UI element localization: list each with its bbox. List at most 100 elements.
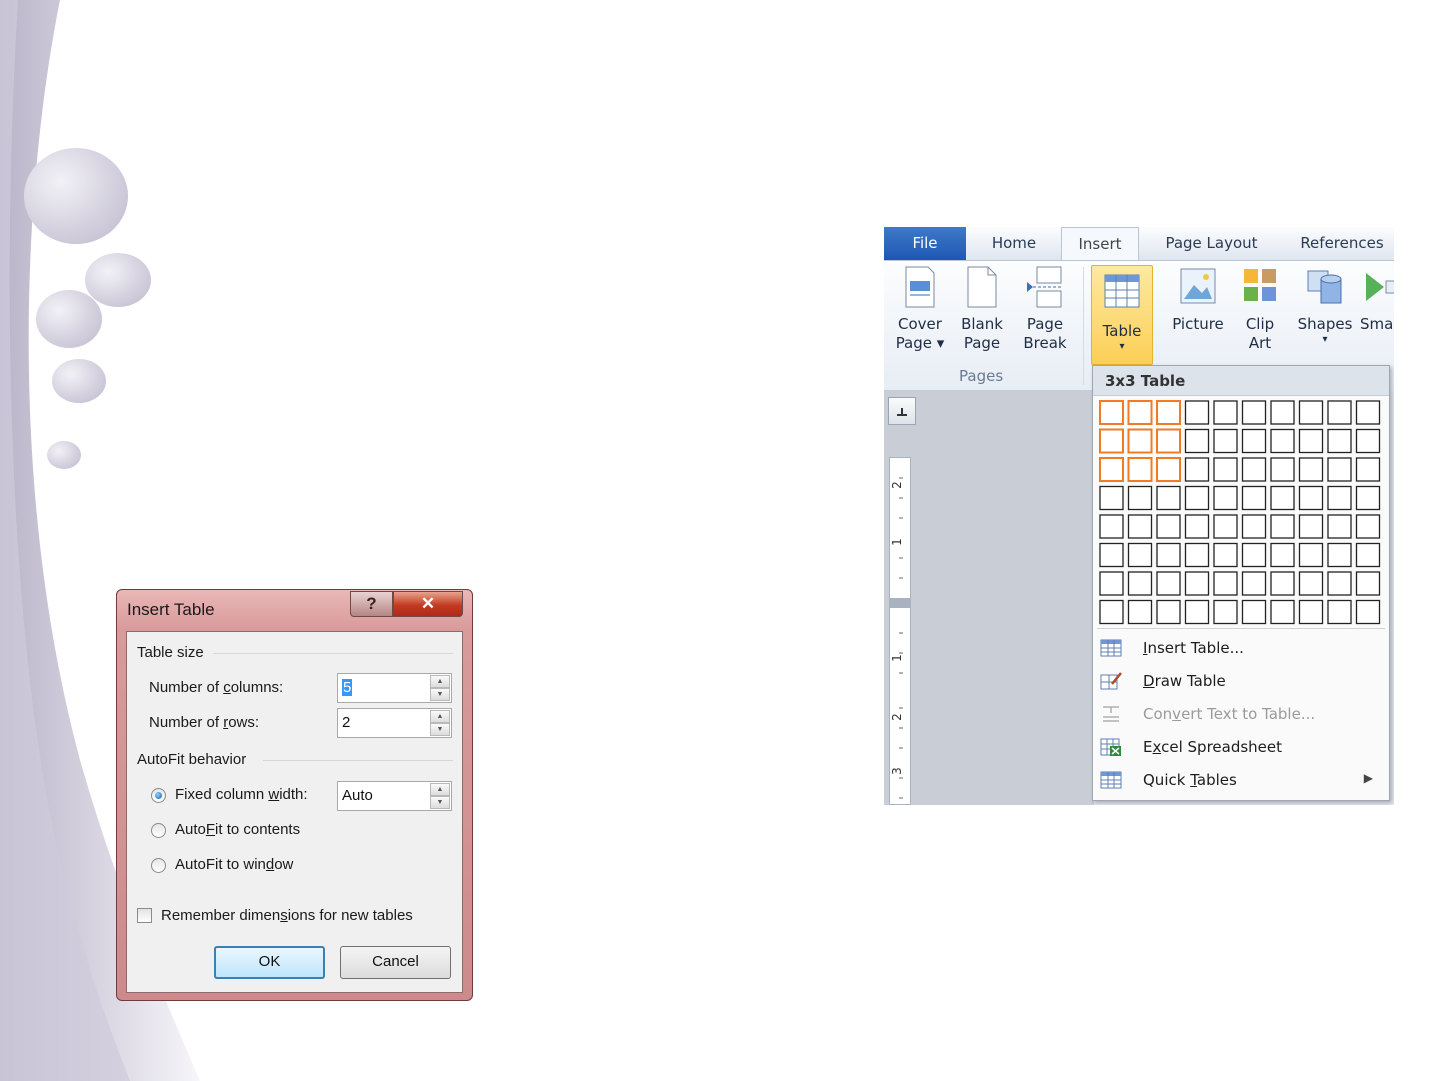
table-grid-cell[interactable] xyxy=(1270,400,1295,425)
table-button[interactable]: Table ▾ xyxy=(1091,265,1153,365)
table-grid-cell[interactable] xyxy=(1241,514,1267,539)
table-grid-cell[interactable] xyxy=(1298,542,1324,568)
table-grid-cell[interactable] xyxy=(1241,599,1267,625)
table-grid-cell[interactable] xyxy=(1099,457,1124,482)
table-grid-cell[interactable] xyxy=(1327,400,1352,425)
table-grid-cell[interactable] xyxy=(1127,428,1153,454)
table-grid-cell[interactable] xyxy=(1355,599,1381,625)
table-grid-cell[interactable] xyxy=(1213,457,1238,482)
table-grid-cell[interactable] xyxy=(1156,514,1181,539)
table-grid-cell[interactable] xyxy=(1241,428,1267,454)
fixed-width-spinner[interactable]: Auto ▲ ▼ xyxy=(337,781,452,811)
columns-value[interactable]: 5 xyxy=(342,679,353,696)
table-grid-cell[interactable] xyxy=(1270,599,1295,625)
tab-insert[interactable]: Insert xyxy=(1061,227,1139,261)
table-grid-cell[interactable] xyxy=(1127,514,1153,539)
table-grid-cell[interactable] xyxy=(1298,428,1324,454)
rows-value[interactable]: 2 xyxy=(342,714,350,731)
table-grid-cell[interactable] xyxy=(1099,571,1124,596)
table-grid-cell[interactable] xyxy=(1270,428,1295,454)
table-grid-cell[interactable] xyxy=(1184,428,1210,454)
remember-dimensions-checkbox[interactable] xyxy=(137,908,152,923)
table-grid-cell[interactable] xyxy=(1298,571,1324,596)
table-grid-cell[interactable] xyxy=(1298,400,1324,425)
smartart-button[interactable]: Sma xyxy=(1360,265,1394,334)
table-grid-cell[interactable] xyxy=(1355,457,1381,482)
ruler-tab-selector[interactable] xyxy=(888,397,916,425)
tab-references[interactable]: References xyxy=(1284,227,1394,260)
remember-dimensions-label[interactable]: Remember dimensions for new tables xyxy=(161,907,413,924)
tab-home[interactable]: Home xyxy=(972,227,1056,260)
table-grid-cell[interactable] xyxy=(1327,571,1352,596)
table-grid-cell[interactable] xyxy=(1099,428,1124,454)
table-grid-cell[interactable] xyxy=(1127,599,1153,625)
table-grid-cell[interactable] xyxy=(1156,571,1181,596)
table-grid-cell[interactable] xyxy=(1156,485,1181,511)
table-grid-cell[interactable] xyxy=(1156,542,1181,568)
table-grid-cell[interactable] xyxy=(1184,571,1210,596)
spinner-down-icon[interactable]: ▼ xyxy=(430,688,450,701)
picture-button[interactable]: Picture xyxy=(1166,265,1230,334)
blank-page-button[interactable]: Blank Page xyxy=(954,265,1010,353)
page-break-button[interactable]: Page Break xyxy=(1016,265,1074,353)
table-grid-cell[interactable] xyxy=(1127,542,1153,568)
ok-button[interactable]: OK xyxy=(214,946,325,979)
table-grid-cell[interactable] xyxy=(1213,542,1238,568)
table-grid-cell[interactable] xyxy=(1327,514,1352,539)
table-grid-cell[interactable] xyxy=(1099,514,1124,539)
table-grid-cell[interactable] xyxy=(1099,400,1124,425)
table-grid-cell[interactable] xyxy=(1213,428,1238,454)
spinner-up-icon[interactable]: ▲ xyxy=(430,675,450,688)
cancel-button[interactable]: Cancel xyxy=(340,946,451,979)
table-grid-cell[interactable] xyxy=(1213,514,1238,539)
spinner-down-icon[interactable]: ▼ xyxy=(430,723,450,736)
table-grid-cell[interactable] xyxy=(1156,599,1181,625)
table-grid-cell[interactable] xyxy=(1184,457,1210,482)
rows-spinner[interactable]: 2 ▲ ▼ xyxy=(337,708,452,738)
table-grid-cell[interactable] xyxy=(1099,485,1124,511)
spinner-down-icon[interactable]: ▼ xyxy=(430,796,450,809)
table-grid-cell[interactable] xyxy=(1327,542,1352,568)
table-grid-cell[interactable] xyxy=(1270,457,1295,482)
help-button[interactable]: ? xyxy=(350,591,393,617)
table-grid-cell[interactable] xyxy=(1270,514,1295,539)
table-grid-cell[interactable] xyxy=(1241,485,1267,511)
table-grid-picker[interactable] xyxy=(1093,366,1389,628)
table-grid-cell[interactable] xyxy=(1270,485,1295,511)
autofit-window-label[interactable]: AutoFit to window xyxy=(175,856,293,873)
table-grid-cell[interactable] xyxy=(1298,599,1324,625)
fixed-width-radio[interactable] xyxy=(151,788,166,803)
table-grid-cell[interactable] xyxy=(1213,485,1238,511)
table-grid-cell[interactable] xyxy=(1327,485,1352,511)
table-grid-cell[interactable] xyxy=(1270,571,1295,596)
table-grid-cell[interactable] xyxy=(1270,542,1295,568)
menu-item[interactable]: Draw Table xyxy=(1093,665,1389,698)
table-grid-cell[interactable] xyxy=(1156,400,1181,425)
fixed-width-value[interactable]: Auto xyxy=(342,787,373,804)
table-grid-cell[interactable] xyxy=(1298,514,1324,539)
table-grid-cell[interactable] xyxy=(1327,457,1352,482)
table-grid-cell[interactable] xyxy=(1355,542,1381,568)
table-grid-cell[interactable] xyxy=(1241,400,1267,425)
table-grid-cell[interactable] xyxy=(1355,400,1381,425)
table-grid-cell[interactable] xyxy=(1184,542,1210,568)
table-grid-cell[interactable] xyxy=(1184,514,1210,539)
tab-file[interactable]: File xyxy=(884,227,966,260)
table-grid-cell[interactable] xyxy=(1241,542,1267,568)
table-grid-cell[interactable] xyxy=(1127,457,1153,482)
spinner-up-icon[interactable]: ▲ xyxy=(430,783,450,796)
table-grid-cell[interactable] xyxy=(1241,457,1267,482)
table-grid-cell[interactable] xyxy=(1156,457,1181,482)
table-grid-cell[interactable] xyxy=(1127,485,1153,511)
table-grid-cell[interactable] xyxy=(1355,485,1381,511)
table-grid-cell[interactable] xyxy=(1184,400,1210,425)
table-grid-cell[interactable] xyxy=(1127,571,1153,596)
menu-item[interactable]: Excel Spreadsheet xyxy=(1093,731,1389,764)
table-grid-cell[interactable] xyxy=(1298,485,1324,511)
autofit-contents-radio[interactable] xyxy=(151,823,166,838)
table-grid-cell[interactable] xyxy=(1327,599,1352,625)
menu-item[interactable]: Insert Table... xyxy=(1093,632,1389,665)
table-grid-cell[interactable] xyxy=(1184,599,1210,625)
table-grid-cell[interactable] xyxy=(1213,571,1238,596)
table-grid-cell[interactable] xyxy=(1099,542,1124,568)
